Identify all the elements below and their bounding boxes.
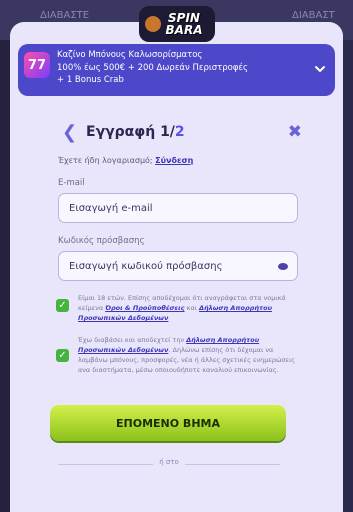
bonus-title: Καζίνο Μπόνους Καλωσορίσματος xyxy=(57,50,203,60)
registration-modal: 77 Καζίνο Μπόνους Καλωσορίσματος 100% έω… xyxy=(10,22,343,512)
chevron-down-icon[interactable] xyxy=(313,62,327,76)
email-label: E-mail xyxy=(58,178,85,188)
back-arrow-icon[interactable]: ❮ xyxy=(62,124,77,142)
page-title: Εγγραφή 1/2 xyxy=(86,124,185,140)
or-divider: ή στο xyxy=(58,458,280,470)
background-tab: ΔΙΑΒΑΣΤΕ xyxy=(40,10,90,21)
email-placeholder: Εισαγωγή e-mail xyxy=(69,202,153,214)
welcome-bonus-banner[interactable]: 77 Καζίνο Μπόνους Καλωσορίσματος 100% έω… xyxy=(18,44,335,96)
next-step-button[interactable]: ΕΠΟΜΕΝΟ ΒΗΜΑ xyxy=(50,405,286,441)
marketing-checkbox[interactable]: ✓ xyxy=(56,349,69,362)
capybara-mascot-icon xyxy=(145,16,161,32)
registration-form: ❮ Εγγραφή 1/2 ✖ Έχετε ήδη λογαριασμό; Σύ… xyxy=(56,122,302,375)
bonus-extra: + 1 Bonus Crab xyxy=(57,75,124,85)
marketing-consent: ✓ Έχω διαβάσει και αποδεχτεί την Δήλωση … xyxy=(56,335,298,375)
bonus-amount: 100% έως 500€ + 200 Δωρεάν Περιστροφές xyxy=(57,62,249,73)
password-field[interactable]: Εισαγωγή κωδικού πρόσβασης xyxy=(58,251,298,281)
background-tab: ΔΙΑΒΑΣΤ xyxy=(292,10,335,21)
slot-777-icon: 77 xyxy=(24,52,50,78)
password-label: Κωδικός πρόσβασης xyxy=(58,236,145,246)
login-prompt: Έχετε ήδη λογαριασμό; Σύνδεση xyxy=(58,156,194,165)
password-placeholder: Εισαγωγή κωδικού πρόσβασης xyxy=(69,260,223,272)
email-field[interactable]: Εισαγωγή e-mail xyxy=(58,193,298,223)
bonus-description: Καζίνο Μπόνους Καλωσορίσματος 100% έως 5… xyxy=(57,49,307,87)
spinbara-logo[interactable]: SPIN BARA xyxy=(139,6,215,42)
show-password-icon[interactable] xyxy=(278,263,288,270)
terms-checkbox[interactable]: ✓ xyxy=(56,299,69,312)
close-icon[interactable]: ✖ xyxy=(288,122,302,142)
login-link[interactable]: Σύνδεση xyxy=(155,156,193,165)
terms-link[interactable]: Όροι & Προϋποθέσεις xyxy=(105,304,184,312)
terms-consent: ✓ Είμαι 18 ετών. Επίσης αποδέχομαι ότι α… xyxy=(56,293,298,323)
